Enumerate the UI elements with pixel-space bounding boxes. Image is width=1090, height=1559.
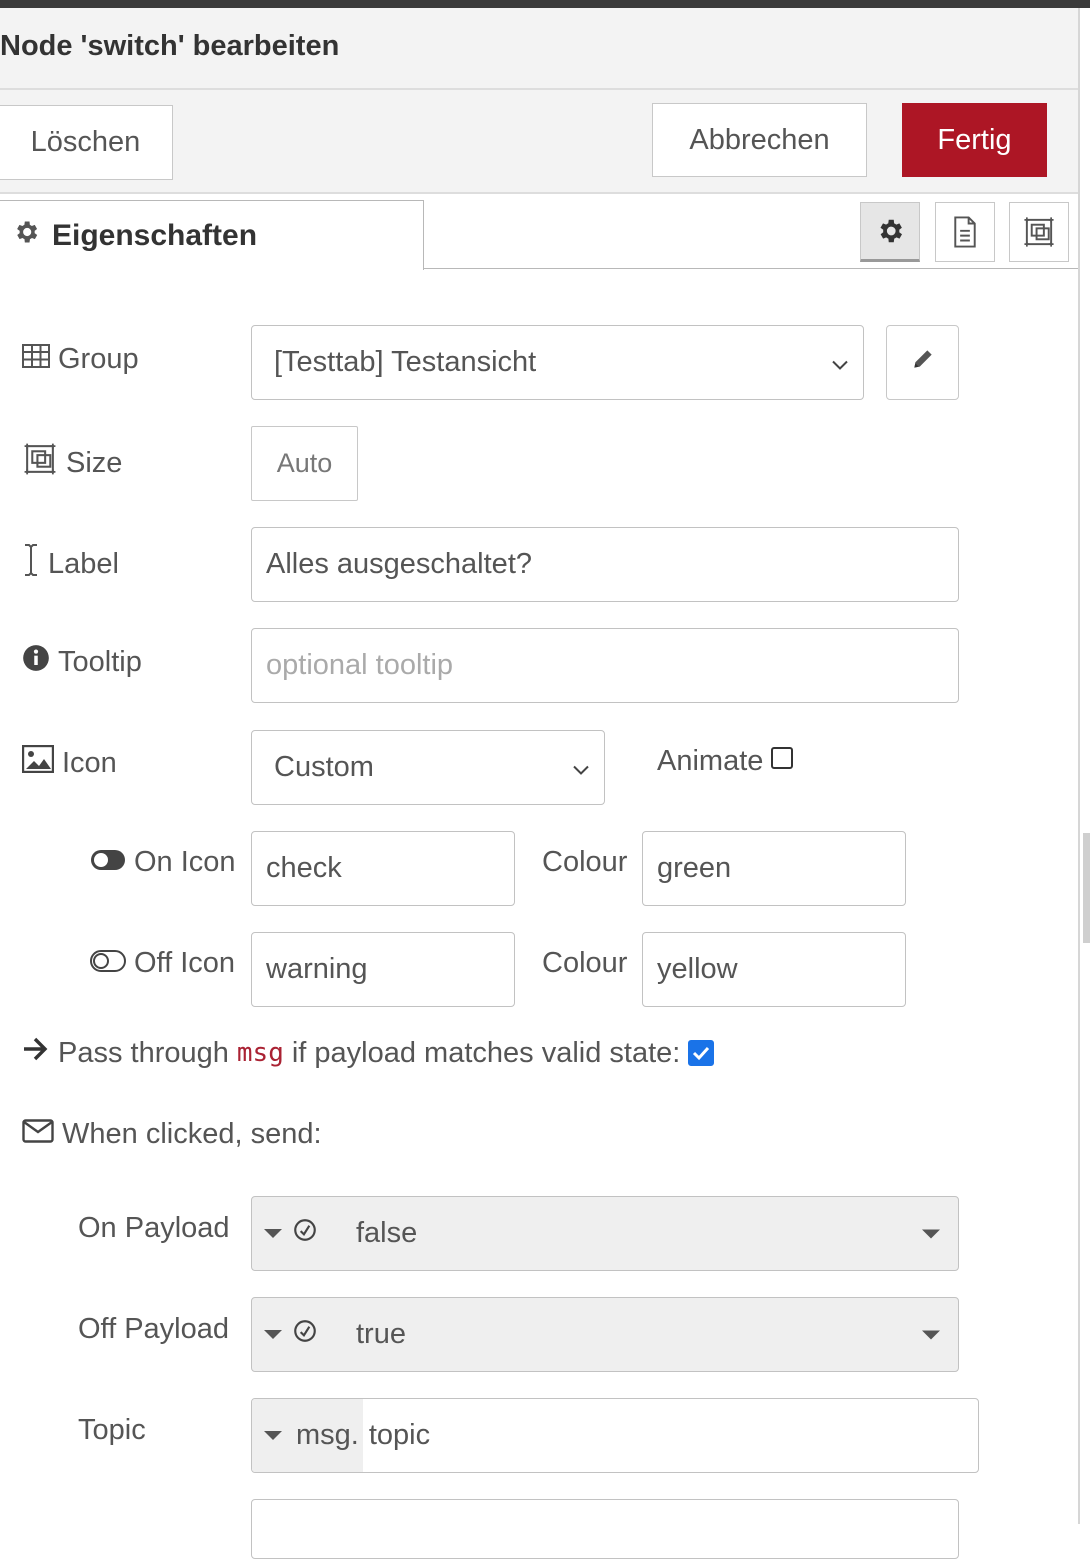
toggle-off-icon	[90, 947, 126, 980]
off-icon-input[interactable]: warning	[251, 932, 515, 1007]
chevron-down-icon	[831, 346, 849, 379]
tray-toolbar: Löschen Abbrechen Fertig	[0, 90, 1078, 194]
animate-checkbox[interactable]	[771, 746, 794, 769]
toggle-on-icon	[90, 846, 126, 879]
tab-properties-label: Eigenschaften	[52, 218, 258, 252]
topic-typed-input[interactable]: msg. topic	[251, 1398, 979, 1473]
chevron-down-icon	[572, 751, 590, 784]
pencil-icon	[910, 346, 936, 380]
caret-down-icon	[264, 1431, 282, 1440]
off-payload-typed-input[interactable]: true	[251, 1297, 959, 1372]
group-row-label: Group	[22, 343, 139, 376]
pass-through-checkbox[interactable]	[688, 1040, 715, 1066]
off-colour-label: Colour	[542, 947, 628, 979]
cancel-button[interactable]: Abbrechen	[652, 103, 867, 177]
delete-button[interactable]: Löschen	[0, 105, 173, 180]
caret-down-icon	[264, 1330, 282, 1339]
off-payload-value: true	[356, 1318, 406, 1350]
size-label: Size	[66, 446, 123, 479]
topic-prefix: msg.	[296, 1419, 359, 1451]
boolean-type-icon	[292, 1217, 318, 1251]
off-colour-input[interactable]: yellow	[642, 932, 906, 1007]
msg-code: msg	[236, 1038, 284, 1068]
on-payload-type-selector[interactable]	[252, 1217, 356, 1251]
next-row-input[interactable]	[251, 1499, 959, 1559]
icon-row-label: Icon	[21, 744, 117, 781]
group-label: Group	[58, 343, 139, 375]
edit-group-button[interactable]	[886, 325, 959, 400]
on-payload-value: false	[356, 1217, 418, 1249]
tray-header: Node 'switch' bearbeiten	[0, 8, 1078, 90]
layout-icon	[22, 441, 58, 485]
text-cursor-icon	[22, 543, 40, 585]
boolean-type-icon	[292, 1318, 318, 1352]
scrollbar-thumb[interactable]	[1083, 833, 1090, 943]
on-colour-label: Colour	[542, 846, 628, 878]
icon-select[interactable]: Custom	[251, 730, 605, 805]
label-input[interactable]: Alles ausgeschaltet?	[251, 527, 959, 602]
caret-down-icon	[922, 1229, 940, 1238]
label-row-label: Label	[22, 543, 119, 585]
tab-properties[interactable]: Eigenschaften	[0, 200, 424, 270]
done-button[interactable]: Fertig	[902, 103, 1047, 177]
off-icon-row-label: Off Icon	[90, 947, 235, 980]
gear-icon	[12, 218, 40, 254]
scrollbar-track	[1078, 8, 1080, 1524]
table-icon	[22, 343, 50, 376]
on-colour-input[interactable]: green	[642, 831, 906, 906]
on-icon-input[interactable]: check	[251, 831, 515, 906]
on-icon-label: On Icon	[134, 846, 236, 878]
off-payload-type-selector[interactable]	[252, 1318, 356, 1352]
image-icon	[21, 744, 55, 781]
size-button[interactable]: Auto	[251, 426, 358, 501]
when-clicked-row: When clicked, send:	[22, 1118, 322, 1151]
tooltip-label: Tooltip	[58, 645, 142, 678]
topic-type-selector[interactable]: msg.	[252, 1399, 363, 1472]
gear-icon[interactable]	[860, 202, 920, 262]
layout-icon[interactable]	[1009, 202, 1069, 262]
tab-divider	[424, 268, 1078, 269]
info-icon	[22, 644, 50, 680]
topic-value: topic	[368, 1419, 431, 1451]
pass-through-text-after: if payload matches valid state:	[291, 1036, 681, 1069]
animate-row: Animate	[657, 745, 794, 778]
page-title: Node 'switch' bearbeiten	[0, 30, 340, 62]
size-row-label: Size	[22, 441, 122, 485]
pass-through-row: Pass through msg if payload matches vali…	[22, 1036, 715, 1070]
tooltip-row-label: Tooltip	[22, 644, 142, 680]
when-clicked-label: When clicked, send:	[62, 1118, 322, 1150]
caret-down-icon	[922, 1330, 940, 1339]
document-icon[interactable]	[935, 202, 995, 262]
icon-label: Icon	[62, 746, 117, 779]
animate-label: Animate	[657, 745, 764, 777]
arrow-right-icon	[22, 1036, 50, 1070]
icon-select-value: Custom	[274, 751, 374, 783]
caret-down-icon	[264, 1229, 282, 1238]
off-payload-label: Off Payload	[78, 1313, 230, 1345]
off-icon-label: Off Icon	[134, 947, 236, 979]
on-payload-typed-input[interactable]: false	[251, 1196, 959, 1271]
on-payload-label: On Payload	[78, 1212, 230, 1244]
on-icon-row-label: On Icon	[90, 846, 236, 879]
envelope-icon	[22, 1118, 54, 1151]
pass-through-text-before: Pass through	[58, 1036, 229, 1069]
label-label: Label	[48, 547, 119, 580]
window-top-strip	[0, 0, 1090, 8]
tooltip-placeholder: optional tooltip	[266, 649, 454, 681]
topic-label: Topic	[78, 1414, 146, 1446]
group-select-value: [Testtab] Testansicht	[274, 346, 537, 378]
group-select[interactable]: [Testtab] Testansicht	[251, 325, 864, 400]
tooltip-input[interactable]: optional tooltip	[251, 628, 959, 703]
